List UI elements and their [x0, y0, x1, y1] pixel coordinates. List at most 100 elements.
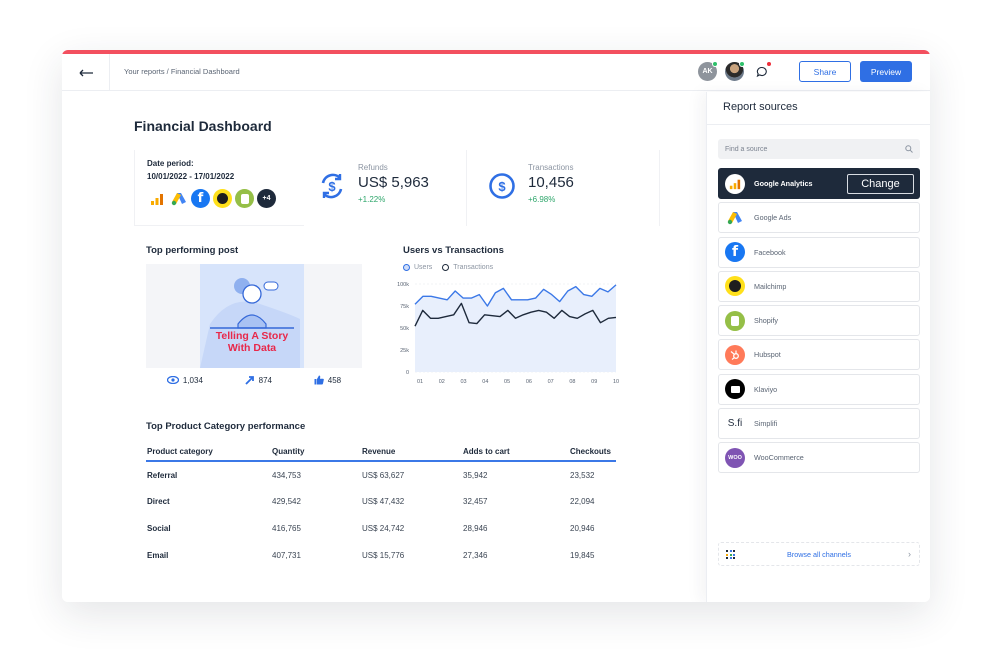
x-tick-label: 04 [482, 379, 488, 385]
col-quantity[interactable]: Quantity [271, 442, 361, 462]
cell-checkouts: 19,845 [570, 551, 595, 560]
date-period-widget[interactable]: Date period: 10/01/2022 - 17/01/2022 f +… [134, 150, 304, 226]
source-item-shopify[interactable]: Shopify [718, 305, 920, 337]
back-button[interactable] [62, 54, 110, 91]
table-title: Top Product Category performance [146, 421, 306, 432]
source-item-mailchimp[interactable]: Mailchimp [718, 270, 920, 302]
source-name: Simplifi [754, 419, 778, 429]
caption-line-1: Telling A Story [215, 330, 289, 342]
refund-dollar-icon: $ [321, 173, 343, 199]
svg-text:$: $ [328, 179, 336, 194]
woocommerce-icon: WOO [725, 447, 745, 468]
col-checkouts[interactable]: Checkouts [569, 442, 616, 462]
y-tick-label: 100k [397, 282, 409, 288]
caption-line-2: With Data [227, 342, 277, 354]
x-tick-label: 03 [460, 379, 466, 385]
source-search-input[interactable]: Find a source [718, 139, 920, 159]
table-row: Referral 434,753 US$ 63,627 35,942 23,53… [146, 461, 616, 488]
browse-all-channels-button[interactable]: Browse all channels › [718, 542, 920, 566]
chevron-right-icon: › [908, 549, 911, 559]
cell-quantity: 434,753 [272, 470, 301, 480]
top-post-widget[interactable]: Top performing post Telling A Story With… [134, 232, 379, 400]
avatar-user-photo[interactable] [725, 61, 745, 81]
kpi-row: Date period: 10/01/2022 - 17/01/2022 f +… [134, 150, 660, 226]
x-tick-label: 09 [591, 379, 597, 385]
avatar-initials: AK [702, 68, 713, 75]
source-name: Mailchimp [754, 281, 787, 291]
legend-item-transactions[interactable]: Transactions [442, 264, 493, 271]
views-count: 1,034 [182, 375, 203, 385]
cell-revenue: US$ 47,432 [362, 497, 405, 506]
mailchimp-icon [725, 276, 745, 297]
product-category-widget[interactable]: Top Product Category performance Product… [134, 408, 632, 576]
col-adds-to-cart[interactable]: Adds to cart [462, 442, 569, 462]
col-revenue[interactable]: Revenue [361, 442, 462, 462]
source-name: Klaviyo [754, 384, 778, 394]
facebook-icon: f [725, 242, 745, 263]
more-sources-badge[interactable]: +4 [257, 189, 276, 208]
table-row: Email 407,731 US$ 15,776 27,346 19,845 [146, 542, 616, 569]
refunds-value: US$ 5,963 [358, 174, 429, 191]
date-range: 10/01/2022 - 17/01/2022 [147, 172, 235, 181]
report-sources-panel: Report sources Find a source Google Anal… [706, 92, 930, 602]
post-image-caption: Telling A Story With Data [200, 330, 304, 354]
breadcrumb[interactable]: Your reports / Financial Dashboard [124, 67, 240, 76]
apps-grid-icon [726, 550, 735, 559]
source-item-google-ads[interactable]: Google Ads [718, 202, 920, 234]
header: Your reports / Financial Dashboard AK Sh… [62, 54, 930, 91]
product-category-table: Product category Quantity Revenue Adds t… [146, 442, 616, 569]
users-vs-transactions-widget[interactable]: Users vs Transactions Users Transactions… [390, 232, 628, 400]
source-name: Google Analytics [754, 179, 813, 188]
source-item-hubspot[interactable]: Hubspot [718, 339, 920, 371]
source-name: WooCommerce [754, 453, 804, 463]
chart-title: Users vs Transactions [403, 245, 504, 256]
source-item-klaviyo[interactable]: Klaviyo [718, 373, 920, 405]
cell-category: Email [147, 551, 169, 560]
share-button[interactable]: Share [799, 61, 851, 82]
dollar-circle-icon: $ [489, 173, 515, 199]
y-tick-label: 0 [406, 370, 409, 376]
cell-checkouts: 20,946 [570, 524, 595, 533]
legend-label: Transactions [453, 264, 494, 271]
legend-item-users[interactable]: Users [403, 264, 432, 271]
legend-swatch-transactions [442, 264, 450, 271]
facebook-icon: f [191, 189, 210, 208]
chart-legend: Users Transactions [403, 264, 493, 271]
google-ads-icon [169, 189, 188, 208]
sidebar-title: Report sources [723, 101, 798, 113]
online-dot [739, 61, 745, 67]
source-item-simplifi[interactable]: S.fi Simplifi [718, 408, 920, 440]
cell-category: Social [147, 524, 171, 533]
comments-button[interactable] [752, 61, 772, 81]
cell-adds-to-cart: 27,346 [463, 551, 488, 560]
post-stats: 1,034 874 458 [146, 375, 362, 385]
kpi-divider [466, 150, 467, 226]
preview-button[interactable]: Preview [860, 61, 912, 82]
refunds-change: +1.22% [358, 195, 386, 204]
eye-icon [166, 376, 179, 384]
avatar-ak[interactable]: AK [698, 61, 718, 81]
table-header-row: Product category Quantity Revenue Adds t… [146, 442, 616, 462]
source-item-facebook[interactable]: f Facebook [718, 236, 920, 268]
dashboard-canvas: Financial Dashboard Date period: 10/01/2… [62, 92, 706, 602]
source-item-woocommerce[interactable]: WOO WooCommerce [718, 442, 920, 474]
col-product-category[interactable]: Product category [146, 442, 271, 462]
thumbs-up-icon [314, 375, 324, 385]
x-tick-label: 07 [548, 379, 554, 385]
post-image[interactable]: Telling A Story With Data [200, 264, 304, 368]
klaviyo-icon [725, 379, 745, 400]
cell-category: Referral [147, 470, 178, 480]
cell-quantity: 416,765 [272, 524, 301, 533]
share-arrow-icon [245, 376, 254, 385]
table-row: Direct 429,542 US$ 47,432 32,457 22,094 [146, 488, 616, 515]
arrow-left-icon [79, 69, 93, 76]
x-tick-label: 06 [526, 379, 532, 385]
transactions-change: +6.98% [528, 195, 556, 204]
likes-count: 458 [327, 375, 342, 385]
change-source-button[interactable]: Change [847, 174, 914, 194]
shopify-icon [235, 189, 254, 208]
cell-checkouts: 22,094 [570, 497, 595, 506]
source-item-google-analytics[interactable]: Google Analytics Change [718, 168, 920, 199]
transactions-title: Transactions [528, 163, 574, 172]
transactions-value: 10,456 [528, 174, 574, 191]
